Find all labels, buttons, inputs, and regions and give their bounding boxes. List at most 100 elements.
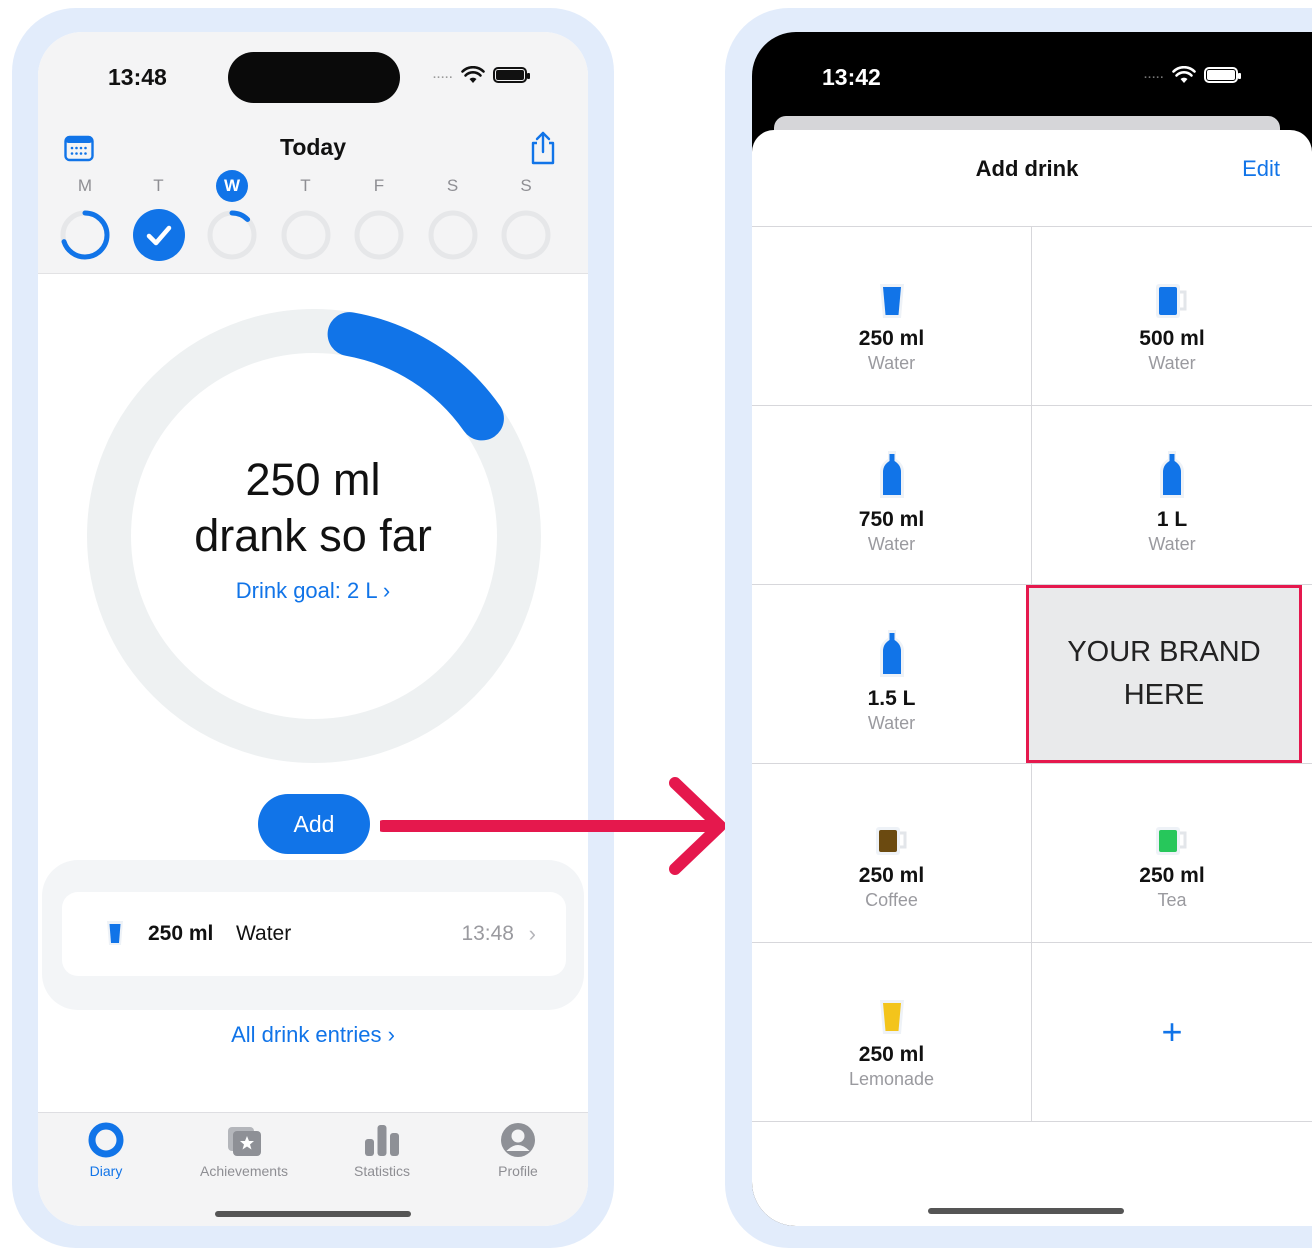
add-drink-sheet: Add drink Edit 250 ml Water 500 ml Water… bbox=[752, 130, 1312, 1226]
add-custom-drink-button[interactable]: + bbox=[1032, 943, 1312, 1122]
tab-label: Profile bbox=[498, 1163, 538, 1179]
lemonade-glass-icon bbox=[879, 1000, 904, 1034]
entry-time: 13:48 bbox=[461, 922, 514, 945]
drink-amount: 250 ml bbox=[858, 864, 925, 887]
tab-profile[interactable]: Profile bbox=[458, 1121, 578, 1179]
week-day[interactable]: W bbox=[205, 170, 259, 267]
water-bottle-icon bbox=[1160, 451, 1184, 498]
drink-amount: 750 ml bbox=[858, 508, 925, 531]
water-glass-icon bbox=[879, 284, 904, 318]
water-bottle-icon bbox=[879, 451, 904, 498]
day-progress-ring bbox=[428, 210, 477, 260]
signal-icon: ..... bbox=[1144, 69, 1165, 81]
status-time: 13:42 bbox=[822, 64, 881, 90]
battery-icon bbox=[493, 67, 531, 83]
all-drink-entries-link[interactable]: All drink entries › bbox=[38, 1022, 588, 1048]
week-day-letter: T bbox=[153, 176, 164, 195]
edit-button[interactable]: Edit bbox=[1242, 156, 1280, 182]
drink-amount: 250 ml bbox=[1139, 864, 1205, 887]
entry-type: Water bbox=[236, 922, 292, 945]
diary-screen: 13:48 ..... Today M T W T F S S 250 ml drank s… bbox=[38, 32, 588, 1226]
brand-text-line2: HERE bbox=[1123, 679, 1205, 711]
week-day-letter: T bbox=[300, 176, 311, 195]
drink-type: Tea bbox=[1157, 890, 1187, 910]
drink-option-750ml-water[interactable]: 750 ml Water bbox=[752, 406, 1032, 585]
progress-summary: 250 ml drank so far Drink goal: 2 L › bbox=[38, 452, 588, 604]
profile-icon bbox=[501, 1123, 535, 1157]
water-bottle-icon bbox=[879, 630, 904, 677]
day-progress-ring bbox=[132, 209, 185, 261]
tab-bar: Diary Achievements Statistics Profile bbox=[38, 1112, 588, 1226]
add-button[interactable]: Add bbox=[258, 794, 370, 854]
week-day-letter: S bbox=[520, 176, 532, 195]
day-progress-ring bbox=[207, 210, 257, 260]
drink-option-250ml-tea[interactable]: 250 ml Tea bbox=[1032, 764, 1312, 943]
week-day[interactable]: T bbox=[279, 170, 333, 267]
week-day-letter: S bbox=[446, 176, 459, 195]
drink-option-250ml-coffee[interactable]: 250 ml Coffee bbox=[752, 764, 1032, 943]
diary-icon bbox=[88, 1122, 124, 1158]
flow-arrow bbox=[380, 777, 726, 875]
tab-statistics[interactable]: Statistics bbox=[322, 1121, 442, 1179]
coffee-mug-icon bbox=[875, 827, 906, 855]
drink-amount: 250 ml bbox=[858, 1043, 925, 1066]
page-title: Today bbox=[279, 134, 347, 160]
drink-amount: 500 ml bbox=[1139, 327, 1205, 350]
status-icons: ..... bbox=[1144, 66, 1242, 84]
drink-amount: 1 L bbox=[1156, 508, 1188, 531]
achievements-icon bbox=[228, 1127, 261, 1156]
drink-grid: 250 ml Water 500 ml Water 750 ml Water 1… bbox=[752, 226, 1312, 1122]
drink-type: Coffee bbox=[865, 890, 918, 910]
day-progress-ring bbox=[60, 210, 110, 260]
statistics-icon bbox=[365, 1125, 399, 1156]
drink-option-500ml-water[interactable]: 500 ml Water bbox=[1032, 227, 1312, 406]
tab-diary[interactable]: Diary bbox=[46, 1121, 166, 1179]
battery-icon bbox=[1204, 67, 1242, 83]
add-drink-screen: 13:42 ..... Add drink Edit 250 ml Water … bbox=[752, 32, 1312, 1226]
week-day[interactable]: T bbox=[132, 170, 186, 267]
brand-text-line1: YOUR BRAND bbox=[1067, 636, 1261, 668]
tab-label: Statistics bbox=[353, 1163, 410, 1179]
week-day[interactable]: S bbox=[499, 170, 553, 267]
week-day[interactable]: F bbox=[352, 170, 406, 267]
wifi-icon bbox=[461, 66, 486, 83]
week-day-letter: W bbox=[216, 170, 248, 202]
water-glass-icon bbox=[107, 921, 123, 945]
tab-label: Diary bbox=[89, 1163, 123, 1179]
tab-label: Achievements bbox=[200, 1163, 288, 1179]
drink-option-250ml-lemonade[interactable]: 250 ml Lemonade bbox=[752, 943, 1032, 1122]
home-indicator[interactable] bbox=[928, 1208, 1124, 1214]
status-time: 13:48 bbox=[108, 64, 167, 90]
drink-option-1-5l-water[interactable]: 1.5 L Water bbox=[752, 585, 1032, 764]
water-mug-icon bbox=[1156, 284, 1187, 318]
dynamic-island bbox=[228, 52, 400, 103]
week-day-letter: F bbox=[373, 176, 385, 195]
day-progress-ring bbox=[281, 210, 330, 260]
tea-mug-icon bbox=[1156, 827, 1187, 855]
amount-drank: 250 ml bbox=[245, 454, 381, 505]
drink-option-1l-water[interactable]: 1 L Water bbox=[1032, 406, 1312, 585]
home-indicator[interactable] bbox=[215, 1211, 411, 1217]
day-progress-ring bbox=[354, 210, 404, 260]
signal-icon: ..... bbox=[433, 69, 454, 81]
diary-header: 13:48 ..... Today M T W T F S S bbox=[38, 32, 588, 274]
share-icon[interactable] bbox=[528, 130, 558, 166]
drink-option-250ml-water[interactable]: 250 ml Water bbox=[752, 227, 1032, 406]
drink-amount: 250 ml bbox=[858, 327, 925, 350]
tab-achievements[interactable]: Achievements bbox=[184, 1121, 304, 1179]
entry-amount: 250 ml bbox=[148, 922, 214, 945]
drink-type: Water bbox=[1148, 534, 1196, 554]
drink-entry-row[interactable]: 250 ml Water 13:48 › bbox=[62, 892, 566, 976]
drink-type: Water bbox=[867, 713, 916, 733]
week-strip: MTWTFSS bbox=[58, 170, 578, 270]
week-day[interactable]: S bbox=[426, 170, 480, 267]
drink-type: Water bbox=[1148, 353, 1196, 373]
day-progress-ring bbox=[501, 210, 551, 260]
chevron-right-icon: › bbox=[528, 921, 536, 946]
brand-placeholder[interactable]: YOUR BRAND HERE bbox=[1026, 585, 1302, 763]
week-day[interactable]: M bbox=[58, 170, 112, 267]
amount-caption: drank so far bbox=[194, 510, 432, 561]
drink-goal-link[interactable]: Drink goal: 2 L › bbox=[38, 578, 588, 604]
drink-type: Lemonade bbox=[848, 1069, 935, 1089]
drink-amount: 1.5 L bbox=[867, 687, 916, 710]
